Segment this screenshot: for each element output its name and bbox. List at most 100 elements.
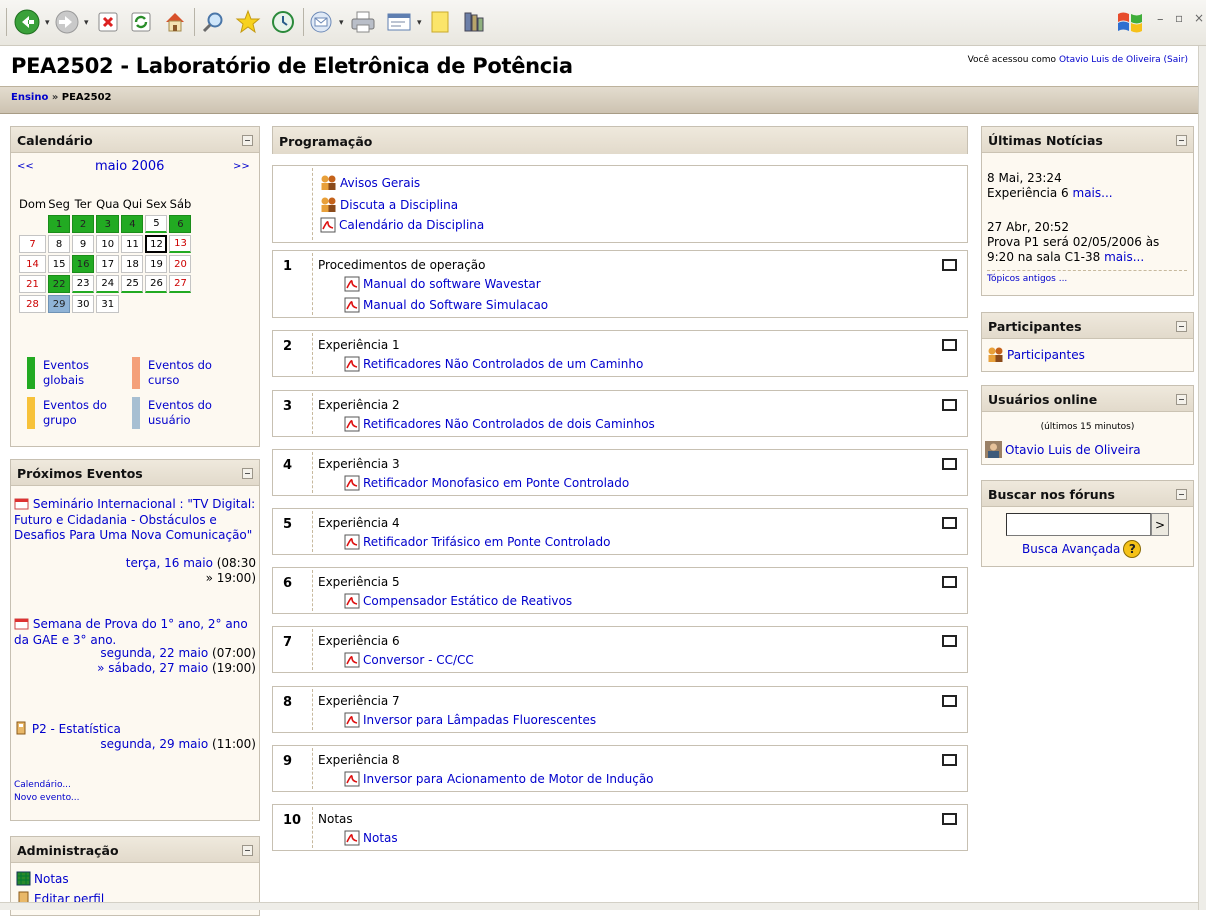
resource-link[interactable]: Compensador Estático de Reativos [363,594,572,608]
collapse-icon[interactable] [1176,394,1187,405]
minimize-icon[interactable]: – [1157,12,1164,27]
calendar-day[interactable]: 2 [72,215,95,233]
resource-link[interactable]: Inversor para Acionamento de Motor de In… [363,772,654,786]
collapse-icon[interactable] [1176,489,1187,500]
event-end-date-link[interactable]: » sábado, 27 maio [97,661,208,675]
resource-item[interactable]: Inversor para Acionamento de Motor de In… [344,771,654,787]
admin-item[interactable]: Notas [16,871,69,886]
resource-link[interactable]: Retificador Monofasico em Ponte Controla… [363,476,629,490]
resource-link[interactable]: Avisos Gerais [340,176,420,190]
edit-dropdown-icon[interactable]: ▾ [417,18,422,28]
section-toggle-checkbox[interactable] [942,339,957,351]
edit-icon[interactable] [383,6,415,38]
forum-search-input[interactable] [1006,513,1151,536]
mail-icon[interactable] [305,6,337,38]
news-more-link[interactable]: mais... [1104,250,1144,264]
resource-item[interactable]: Retificadores Não Controlados de um Cami… [344,356,643,372]
calendar-day[interactable]: 1 [48,215,71,233]
collapse-icon[interactable] [1176,135,1187,146]
breadcrumb-home-link[interactable]: Ensino [11,92,48,103]
resource-link[interactable]: Retificadores Não Controlados de dois Ca… [363,417,655,431]
event-date-link[interactable]: terça, 16 maio [126,556,213,570]
resource-item[interactable]: Retificadores Não Controlados de dois Ca… [344,416,655,432]
legend-label[interactable]: Eventos globais [43,358,123,388]
back-icon[interactable] [12,6,42,38]
collapse-icon[interactable] [242,135,253,146]
resource-link[interactable]: Inversor para Lâmpadas Fluorescentes [363,713,596,727]
close-icon[interactable]: × [1194,11,1204,25]
resource-item[interactable]: Notas [344,830,398,846]
event-date-link[interactable]: segunda, 29 maio [100,737,208,751]
resource-item[interactable]: Manual do software Wavestar [344,276,541,292]
vertical-scrollbar[interactable] [1198,46,1206,910]
collapse-icon[interactable] [1176,321,1187,332]
resource-link[interactable]: Calendário da Disciplina [339,218,484,232]
restore-icon[interactable]: ▫ [1175,11,1183,25]
month-link[interactable]: maio 2006 [95,159,164,174]
refresh-icon[interactable] [126,6,156,38]
resource-item[interactable]: Calendário da Disciplina [320,217,484,233]
section-toggle-checkbox[interactable] [942,813,957,825]
resource-link[interactable]: Conversor - CC/CC [363,653,474,667]
favorites-icon[interactable] [232,6,264,38]
section-toggle-checkbox[interactable] [942,754,957,766]
section-toggle-checkbox[interactable] [942,259,957,271]
online-user-item[interactable]: Otavio Luis de Oliveira [985,441,1141,458]
advanced-search-link[interactable]: Busca Avançada [1022,542,1120,556]
next-month-link[interactable]: >> [233,161,250,172]
section-toggle-checkbox[interactable] [942,399,957,411]
calendar-day[interactable]: 4 [121,215,144,233]
home-icon[interactable] [160,6,190,38]
collapse-icon[interactable] [242,468,253,479]
forward-dropdown-icon[interactable]: ▾ [84,18,89,28]
online-user-link[interactable]: Otavio Luis de Oliveira [1005,443,1141,457]
horizontal-scrollbar[interactable] [0,902,1198,910]
calendar-day[interactable]: 3 [96,215,120,233]
resource-item[interactable]: Avisos Gerais [320,174,420,191]
resource-item[interactable]: Compensador Estático de Reativos [344,593,572,609]
event-link[interactable]: P2 - Estatística [32,722,121,736]
resource-item[interactable]: Conversor - CC/CC [344,652,474,668]
resource-link[interactable]: Retificador Trifásico em Ponte Controlad… [363,535,610,549]
legend-label[interactable]: Eventos do grupo [43,398,123,428]
participants-item[interactable]: Participantes [987,346,1085,363]
history-icon[interactable] [267,6,299,38]
resource-link[interactable]: Manual do Software Simulacao [363,298,548,312]
older-topics-link[interactable]: Tópicos antigos ... [987,274,1067,284]
forward-icon[interactable] [53,6,81,38]
resource-link[interactable]: Manual do software Wavestar [363,277,541,291]
stop-icon[interactable] [93,6,123,38]
section-toggle-checkbox[interactable] [942,695,957,707]
participants-link[interactable]: Participantes [1007,348,1085,362]
calendar-day[interactable]: 29 [48,295,71,313]
user-link[interactable]: Otavio Luis de Oliveira [1059,55,1161,65]
logout-link[interactable]: (Sair) [1164,55,1188,65]
section-toggle-checkbox[interactable] [942,517,957,529]
resource-item[interactable]: Retificador Trifásico em Ponte Controlad… [344,534,610,550]
resource-link[interactable]: Discuta a Disciplina [340,198,458,212]
legend-label[interactable]: Eventos do usuário [148,398,228,428]
news-more-link[interactable]: mais... [1073,186,1113,200]
print-icon[interactable] [347,6,379,38]
note-icon[interactable] [425,6,455,38]
research-icon[interactable] [458,6,490,38]
event-date-link[interactable]: segunda, 22 maio [100,646,208,660]
resource-item[interactable]: Inversor para Lâmpadas Fluorescentes [344,712,596,728]
admin-item-label[interactable]: Notas [34,872,69,886]
calendar-day[interactable]: 16 [72,255,95,273]
search-icon[interactable] [197,6,229,38]
search-submit-button[interactable]: > [1151,513,1169,536]
section-toggle-checkbox[interactable] [942,576,957,588]
section-toggle-checkbox[interactable] [942,458,957,470]
mail-dropdown-icon[interactable]: ▾ [339,18,344,28]
legend-label[interactable]: Eventos do curso [148,358,228,388]
new-event-link[interactable]: Novo evento... [14,793,80,803]
back-dropdown-icon[interactable]: ▾ [45,18,50,28]
collapse-icon[interactable] [242,845,253,856]
prev-month-link[interactable]: << [17,161,34,172]
section-toggle-checkbox[interactable] [942,635,957,647]
resource-item[interactable]: Manual do Software Simulacao [344,297,548,313]
calendar-day[interactable]: 6 [169,215,192,233]
resource-link[interactable]: Retificadores Não Controlados de um Cami… [363,357,643,371]
resource-item[interactable]: Retificador Monofasico em Ponte Controla… [344,475,629,491]
